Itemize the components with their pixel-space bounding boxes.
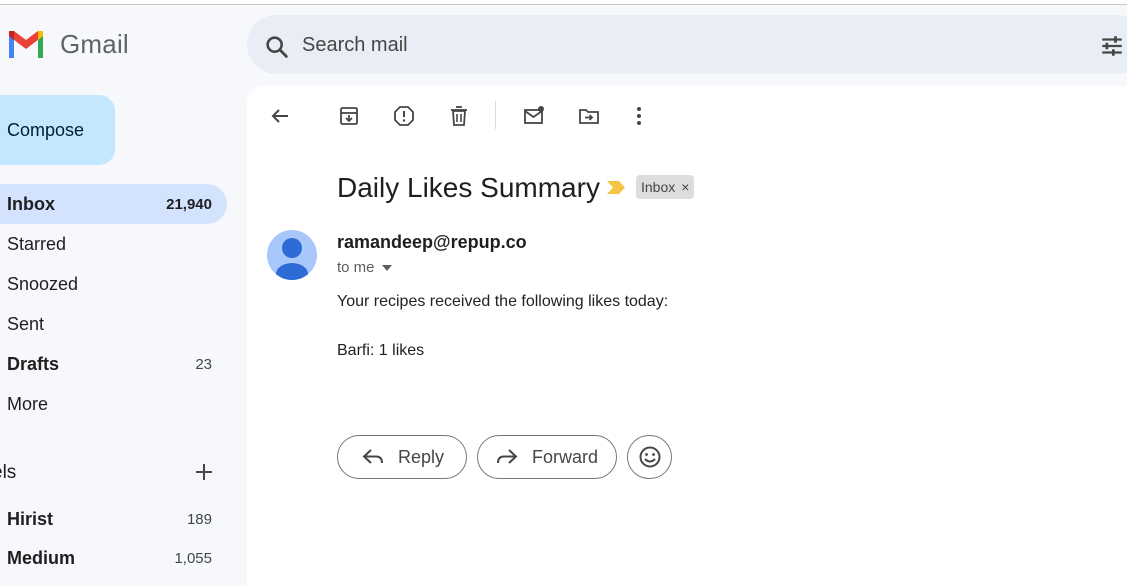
delete-icon[interactable] — [447, 104, 471, 128]
toolbar-divider — [495, 101, 496, 129]
sidebar-label-hirist[interactable]: Hirist 189 — [0, 499, 227, 539]
search-input[interactable]: Search mail — [302, 34, 408, 57]
label-chip-inbox[interactable]: Inbox × — [636, 175, 695, 199]
message-body-line: Your recipes received the following like… — [337, 293, 669, 310]
importance-marker-icon[interactable] — [607, 181, 625, 194]
sidebar-item-count: 21,940 — [166, 196, 212, 213]
search-bar[interactable]: Search mail — [247, 15, 1127, 74]
browser-top-edge — [0, 0, 1127, 5]
sidebar-item-starred[interactable]: Starred — [0, 224, 227, 264]
message-body-line: Barfi: 1 likes — [337, 342, 425, 359]
reply-label: Reply — [398, 446, 445, 467]
sidebar-item-label: Drafts — [7, 354, 60, 374]
sidebar-item-label: Hirist — [7, 509, 54, 529]
smiley-icon — [639, 446, 660, 468]
sidebar-item-label: Sent — [7, 314, 45, 334]
gmail-logo[interactable]: Gmail — [6, 28, 129, 60]
person-icon — [276, 238, 308, 280]
sidebar-item-label: Snoozed — [7, 274, 79, 294]
reply-icon — [362, 449, 383, 464]
emoji-reaction-button[interactable] — [627, 435, 672, 479]
forward-button[interactable]: Forward — [477, 435, 617, 479]
sidebar-item-label: Inbox — [7, 194, 55, 214]
reply-button[interactable]: Reply — [337, 435, 467, 479]
sidebar-item-label: Starred — [7, 234, 67, 254]
search-options-icon[interactable] — [1099, 33, 1125, 59]
sidebar-item-label: More — [7, 394, 49, 414]
back-arrow-icon[interactable] — [268, 104, 292, 128]
message-subject: Daily Likes Summary — [337, 172, 600, 203]
sidebar-item-inbox[interactable]: Inbox 21,940 — [0, 184, 227, 224]
message-pane: Daily Likes Summary Inbox × ramandeep@re… — [247, 86, 1127, 586]
sidebar-item-count: 1,055 — [174, 550, 212, 567]
gmail-m-icon — [9, 31, 43, 58]
sidebar-item-count: 23 — [195, 356, 212, 373]
compose-button[interactable]: Compose — [0, 95, 115, 165]
sidebar-item-count: 189 — [186, 511, 212, 528]
sidebar-item-sent[interactable]: Sent — [0, 304, 227, 344]
recipient-details[interactable]: to me — [337, 259, 393, 276]
sidebar-item-drafts[interactable]: Drafts 23 — [0, 344, 227, 384]
archive-icon[interactable] — [337, 104, 361, 128]
forward-icon — [497, 449, 518, 464]
move-to-icon[interactable] — [577, 104, 601, 128]
forward-label: Forward — [532, 446, 599, 467]
sidebar-label-medium[interactable]: Medium 1,055 — [0, 538, 227, 578]
remove-label-icon[interactable]: × — [681, 179, 689, 195]
gmail-logo-text: Gmail — [60, 28, 129, 59]
label-chip-text: Inbox — [641, 179, 676, 195]
sidebar-item-more[interactable]: More — [0, 384, 227, 424]
recipient-text: to me — [337, 259, 375, 276]
report-spam-icon[interactable] — [392, 104, 416, 128]
mark-unread-icon[interactable] — [522, 104, 546, 128]
labels-heading: els — [0, 462, 17, 483]
sender-avatar[interactable] — [267, 230, 317, 280]
search-icon[interactable] — [263, 33, 291, 61]
sender-address[interactable]: ramandeep@repup.co — [337, 232, 527, 253]
dropdown-arrow-icon[interactable] — [381, 264, 393, 272]
sidebar-item-snoozed[interactable]: Snoozed — [0, 264, 227, 304]
add-label-icon[interactable] — [193, 461, 215, 483]
compose-label: Compose — [7, 120, 85, 140]
more-vert-icon[interactable] — [627, 104, 651, 128]
